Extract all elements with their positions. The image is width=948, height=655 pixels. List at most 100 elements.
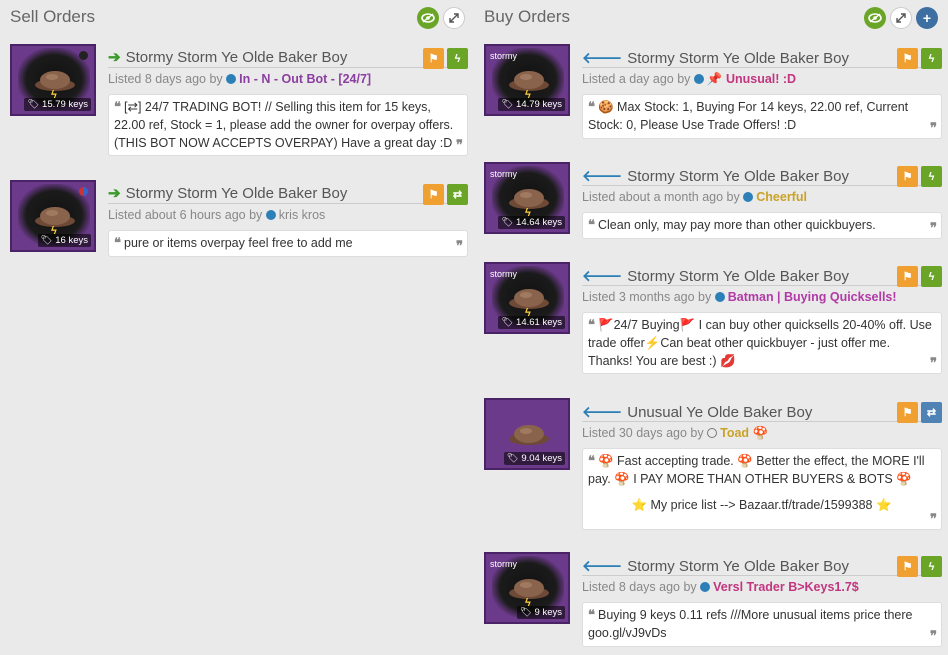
status-dot bbox=[79, 51, 88, 60]
listing-title[interactable]: Stormy Storm Ye Olde Baker Boy bbox=[627, 268, 849, 285]
listing-comment: ❝ [⇄] 24/7 TRADING BOT! // Selling this i… bbox=[108, 94, 468, 156]
flag-button[interactable]: ⚑ bbox=[897, 48, 918, 69]
item-thumbnail[interactable]: 🏷 9.04 keys bbox=[484, 398, 570, 470]
listed-info: Listed about 6 hours ago by kris kros bbox=[108, 208, 326, 222]
item-thumbnail[interactable]: ϟ stormy 🏷 14.61 keys bbox=[484, 262, 570, 334]
user-link[interactable]: kris kros bbox=[279, 208, 326, 222]
listing-comment: ❝ 🍪 Max Stock: 1, Buying For 14 keys, 22.… bbox=[582, 94, 942, 139]
listing-title[interactable]: Stormy Storm Ye Olde Baker Boy bbox=[627, 50, 849, 67]
arrow-left-icon: 🡐 bbox=[582, 168, 623, 185]
sell-orders-header: Sell Orders bbox=[0, 0, 470, 36]
quote-close-icon: ❞ bbox=[456, 238, 463, 253]
quote-open-icon: ❝ bbox=[588, 453, 595, 468]
quote-open-icon: ❝ bbox=[114, 235, 121, 250]
user-link[interactable]: Versl Trader B>Keys1.7$ bbox=[713, 580, 859, 594]
quote-close-icon: ❞ bbox=[456, 137, 463, 152]
user-link[interactable]: In - N - Out Bot - [24/7] bbox=[239, 72, 371, 86]
arrow-right-icon: ➔ bbox=[108, 185, 121, 202]
arrow-right-icon: ➔ bbox=[108, 49, 121, 66]
user-avatar-dot bbox=[707, 428, 718, 438]
lightning-button[interactable]: ϟ bbox=[921, 48, 942, 69]
item-thumbnail[interactable]: ϟ stormy 🏷 14.64 keys bbox=[484, 162, 570, 234]
price-badge: 🏷 16 keys bbox=[37, 234, 91, 247]
flag-button[interactable]: ⚑ bbox=[423, 184, 444, 205]
effect-tag: stormy bbox=[490, 269, 517, 279]
lightning-button[interactable]: ϟ bbox=[921, 166, 942, 187]
expand-button[interactable] bbox=[443, 7, 465, 29]
listed-info: Listed 30 days ago by Toad 🍄 bbox=[582, 426, 769, 440]
flag-button[interactable]: ⚑ bbox=[423, 48, 444, 69]
buy-listing: ϟ stormy 🏷 14.79 keys 🡐 Stormy Storm Ye O… bbox=[484, 44, 942, 141]
flag-button[interactable]: ⚑ bbox=[897, 266, 918, 287]
listing-comment: ❝ Buying 9 keys 0.11 refs ///More unusual… bbox=[582, 602, 942, 647]
item-thumbnail[interactable]: ϟ 🏷 16 keys bbox=[10, 180, 96, 252]
listing-title[interactable]: Stormy Storm Ye Olde Baker Boy bbox=[126, 49, 348, 66]
listed-info: Listed 3 months ago by Batman | Buying Q… bbox=[582, 290, 897, 304]
quote-close-icon: ❞ bbox=[930, 355, 937, 370]
lightning-icon: ϟ bbox=[454, 52, 461, 65]
user-link[interactable]: 📌 Unusual! :D bbox=[707, 72, 796, 86]
exchange-icon: ⇄ bbox=[452, 189, 463, 201]
quote-open-icon: ❝ bbox=[588, 217, 595, 232]
flag-button[interactable]: ⚑ bbox=[897, 166, 918, 187]
quote-close-icon: ❞ bbox=[930, 511, 937, 526]
price-list-link[interactable]: ⭐ My price list --> Bazaar.tf/trade/1599… bbox=[588, 496, 935, 514]
flag-icon: ⚑ bbox=[902, 561, 913, 573]
user-avatar-dot bbox=[743, 192, 754, 202]
flag-button[interactable]: ⚑ bbox=[897, 402, 918, 423]
effect-tag: stormy bbox=[490, 169, 517, 179]
user-link[interactable]: Batman bbox=[728, 290, 774, 304]
buy-listing: ϟ stormy 🏷 14.61 keys 🡐 Stormy Storm Ye O… bbox=[484, 262, 942, 377]
lightning-icon: ϟ bbox=[928, 560, 935, 573]
arrow-left-icon: 🡐 bbox=[582, 404, 623, 421]
listing-title[interactable]: Unusual Ye Olde Baker Boy bbox=[627, 404, 812, 421]
listing-comment: ❝ pure or items overpay feel free to add … bbox=[108, 230, 468, 257]
arrow-left-icon: 🡐 bbox=[582, 50, 623, 67]
user-link-suffix: | Buying Quicksells! bbox=[773, 290, 897, 304]
trade-offer-button[interactable]: ⇄ bbox=[447, 184, 468, 205]
flag-button[interactable]: ⚑ bbox=[897, 556, 918, 577]
buy-listing: ϟ stormy 🏷 9 keys 🡐 Stormy Storm Ye Olde … bbox=[484, 552, 942, 649]
price-badge: 🏷 14.61 keys bbox=[498, 316, 565, 329]
listing-title[interactable]: Stormy Storm Ye Olde Baker Boy bbox=[627, 168, 849, 185]
lightning-icon: ϟ bbox=[928, 52, 935, 65]
status-dot bbox=[79, 187, 88, 196]
listing-comment: ❝ 🚩24/7 Buying🚩 I can buy other quicksell… bbox=[582, 312, 942, 374]
exchange-icon: ⇄ bbox=[926, 407, 937, 419]
add-buy-order-button[interactable]: + bbox=[916, 7, 938, 29]
quote-open-icon: ❝ bbox=[588, 99, 595, 114]
buy-listing: ϟ stormy 🏷 14.64 keys 🡐 Stormy Storm Ye O… bbox=[484, 162, 942, 240]
listing-title[interactable]: Stormy Storm Ye Olde Baker Boy bbox=[627, 558, 849, 575]
eye-icon bbox=[868, 13, 882, 23]
user-avatar-dot bbox=[226, 74, 237, 84]
eye-toggle-button[interactable] bbox=[417, 7, 439, 29]
lightning-button[interactable]: ϟ bbox=[447, 48, 468, 69]
lightning-button[interactable]: ϟ bbox=[921, 556, 942, 577]
listing-title[interactable]: Stormy Storm Ye Olde Baker Boy bbox=[126, 185, 348, 202]
effect-tag: stormy bbox=[490, 559, 517, 569]
quote-close-icon: ❞ bbox=[930, 120, 937, 135]
arrow-left-icon: 🡐 bbox=[582, 268, 623, 285]
flag-icon: ⚑ bbox=[902, 171, 913, 183]
sell-listing: ϟ 🏷 16 keys ➔ Stormy Storm Ye Olde Baker … bbox=[10, 180, 468, 258]
flag-icon: ⚑ bbox=[902, 407, 913, 419]
user-avatar-dot bbox=[693, 74, 704, 84]
item-thumbnail[interactable]: ϟ 🏷 15.79 keys bbox=[10, 44, 96, 116]
user-avatar-dot bbox=[700, 582, 711, 592]
user-link[interactable]: Toad 🍄 bbox=[720, 426, 768, 440]
quote-close-icon: ❞ bbox=[930, 628, 937, 643]
expand-button[interactable] bbox=[890, 7, 912, 29]
item-thumbnail[interactable]: ϟ stormy 🏷 9 keys bbox=[484, 552, 570, 624]
price-badge: 🏷 14.64 keys bbox=[498, 216, 565, 229]
user-link[interactable]: Cheerful bbox=[756, 190, 807, 204]
eye-toggle-button[interactable] bbox=[864, 7, 886, 29]
price-badge: 🏷 14.79 keys bbox=[498, 98, 565, 111]
flag-icon: ⚑ bbox=[902, 271, 913, 283]
quote-open-icon: ❝ bbox=[114, 99, 121, 114]
price-badge: 🏷 9 keys bbox=[516, 606, 565, 619]
user-avatar-dot bbox=[714, 292, 725, 302]
user-avatar-dot bbox=[265, 210, 276, 220]
item-thumbnail[interactable]: ϟ stormy 🏷 14.79 keys bbox=[484, 44, 570, 116]
lightning-button[interactable]: ϟ bbox=[921, 266, 942, 287]
trade-offer-button[interactable]: ⇄ bbox=[921, 402, 942, 423]
